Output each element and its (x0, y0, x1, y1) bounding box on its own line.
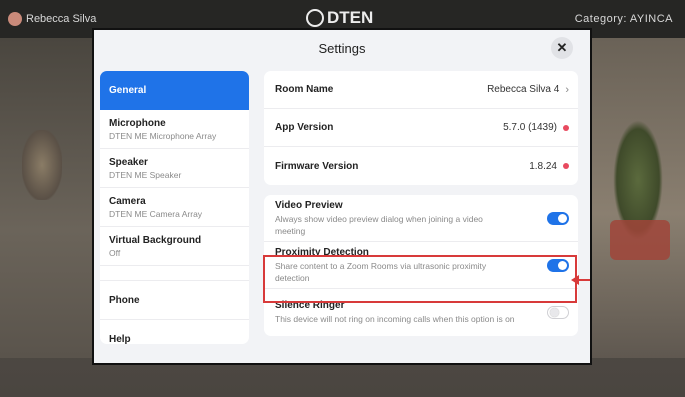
proximity-detection-toggle[interactable] (547, 258, 569, 272)
sidebar-item-label: Microphone (109, 117, 166, 129)
proximity-detection-text: Proximity Detection Share content to a Z… (275, 247, 515, 284)
sidebar-item-sub: DTEN ME Speaker (109, 169, 182, 180)
proximity-detection-row: Proximity Detection Share content to a Z… (264, 242, 578, 289)
sidebar-item-sub: Off (109, 247, 121, 258)
sidebar-divider (100, 266, 249, 281)
avatar (8, 12, 22, 26)
chevron-right-icon: › (565, 83, 569, 96)
sidebar-item-camera[interactable]: Camera DTEN ME Camera Array (100, 188, 249, 227)
silence-ringer-toggle[interactable] (547, 306, 569, 319)
silence-ringer-title: Silence Ringer (275, 300, 345, 311)
sidebar-item-speaker[interactable]: Speaker DTEN ME Speaker (100, 149, 249, 188)
dialog-title: Settings (318, 41, 366, 56)
app-version-label: App Version (275, 122, 334, 133)
video-preview-desc: Always show video preview dialog when jo… (275, 213, 483, 236)
sidebar-item-label: General (109, 85, 147, 96)
update-dot-icon (563, 124, 569, 131)
silence-ringer-desc: This device will not ring on incoming ca… (275, 314, 515, 324)
toggle-knob (558, 260, 567, 270)
video-preview-row: Video Preview Always show video preview … (264, 195, 578, 242)
firmware-version-row: Firmware Version 1.8.24 (264, 147, 578, 185)
sidebar-item-help[interactable]: Help (100, 320, 249, 344)
sidebar-item-label: Help (109, 334, 131, 344)
proximity-detection-title: Proximity Detection (275, 246, 369, 258)
settings-sidebar: General Microphone DTEN ME Microphone Ar… (100, 71, 249, 344)
update-dot-icon (563, 163, 569, 169)
settings-content: Room Name Rebecca Silva 4 › App Version … (264, 71, 578, 363)
sidebar-item-sub: DTEN ME Microphone Array (109, 130, 217, 141)
sidebar-item-phone[interactable]: Phone (100, 281, 249, 320)
dten-logo-icon (306, 9, 324, 27)
close-icon: ✕ (556, 40, 568, 55)
sidebar-item-general[interactable]: General (100, 71, 249, 110)
app-version-value: 5.7.0 (1439) (503, 122, 557, 133)
room-name-value: Rebecca Silva 4 (487, 84, 560, 95)
close-button[interactable]: ✕ (551, 37, 573, 59)
silence-ringer-text: Silence Ringer This device will not ring… (275, 300, 515, 325)
video-preview-text: Video Preview Always show video preview … (275, 200, 515, 237)
sidebar-item-label: Virtual Background (109, 234, 202, 246)
toggles-card: Video Preview Always show video preview … (264, 195, 578, 336)
background-lamp (22, 130, 62, 200)
toggle-knob (558, 213, 567, 223)
top-bar-right-text: Category: AYINCA (574, 13, 673, 25)
app-version-row: App Version 5.7.0 (1439) (264, 109, 578, 147)
sidebar-item-label: Phone (109, 294, 140, 306)
sidebar-item-virtual-background[interactable]: Virtual Background Off (100, 227, 249, 266)
video-preview-title: Video Preview (275, 199, 343, 211)
sidebar-item-microphone[interactable]: Microphone DTEN ME Microphone Array (100, 110, 249, 149)
arrow-shaft (578, 279, 590, 281)
background-chair (610, 220, 670, 260)
dialog-header: Settings ✕ (94, 30, 590, 68)
sidebar-item-sub: DTEN ME Camera Array (109, 208, 203, 219)
silence-ringer-row: Silence Ringer This device will not ring… (264, 289, 578, 336)
dten-logo: DTEN (306, 8, 373, 28)
sidebar-item-label: Speaker (109, 156, 148, 168)
user-name: Rebecca Silva (26, 13, 97, 25)
firmware-version-value: 1.8.24 (529, 160, 557, 172)
proximity-detection-desc: Share content to a Zoom Rooms via ultras… (275, 260, 487, 283)
video-preview-toggle[interactable] (547, 211, 569, 225)
room-name-value-group: Rebecca Silva 4 › (487, 84, 569, 96)
toggle-knob (550, 308, 559, 317)
room-name-label: Room Name (275, 84, 334, 95)
info-card: Room Name Rebecca Silva 4 › App Version … (264, 71, 578, 185)
sidebar-item-label: Camera (109, 195, 146, 207)
settings-dialog: Settings ✕ General Microphone DTEN ME Mi… (92, 28, 592, 365)
logo-text: DTEN (327, 8, 374, 27)
firmware-version-label: Firmware Version (275, 160, 359, 172)
firmware-version-value-group: 1.8.24 (529, 161, 569, 172)
app-version-value-group: 5.7.0 (1439) (503, 122, 569, 133)
room-name-row[interactable]: Room Name Rebecca Silva 4 › (264, 71, 578, 109)
